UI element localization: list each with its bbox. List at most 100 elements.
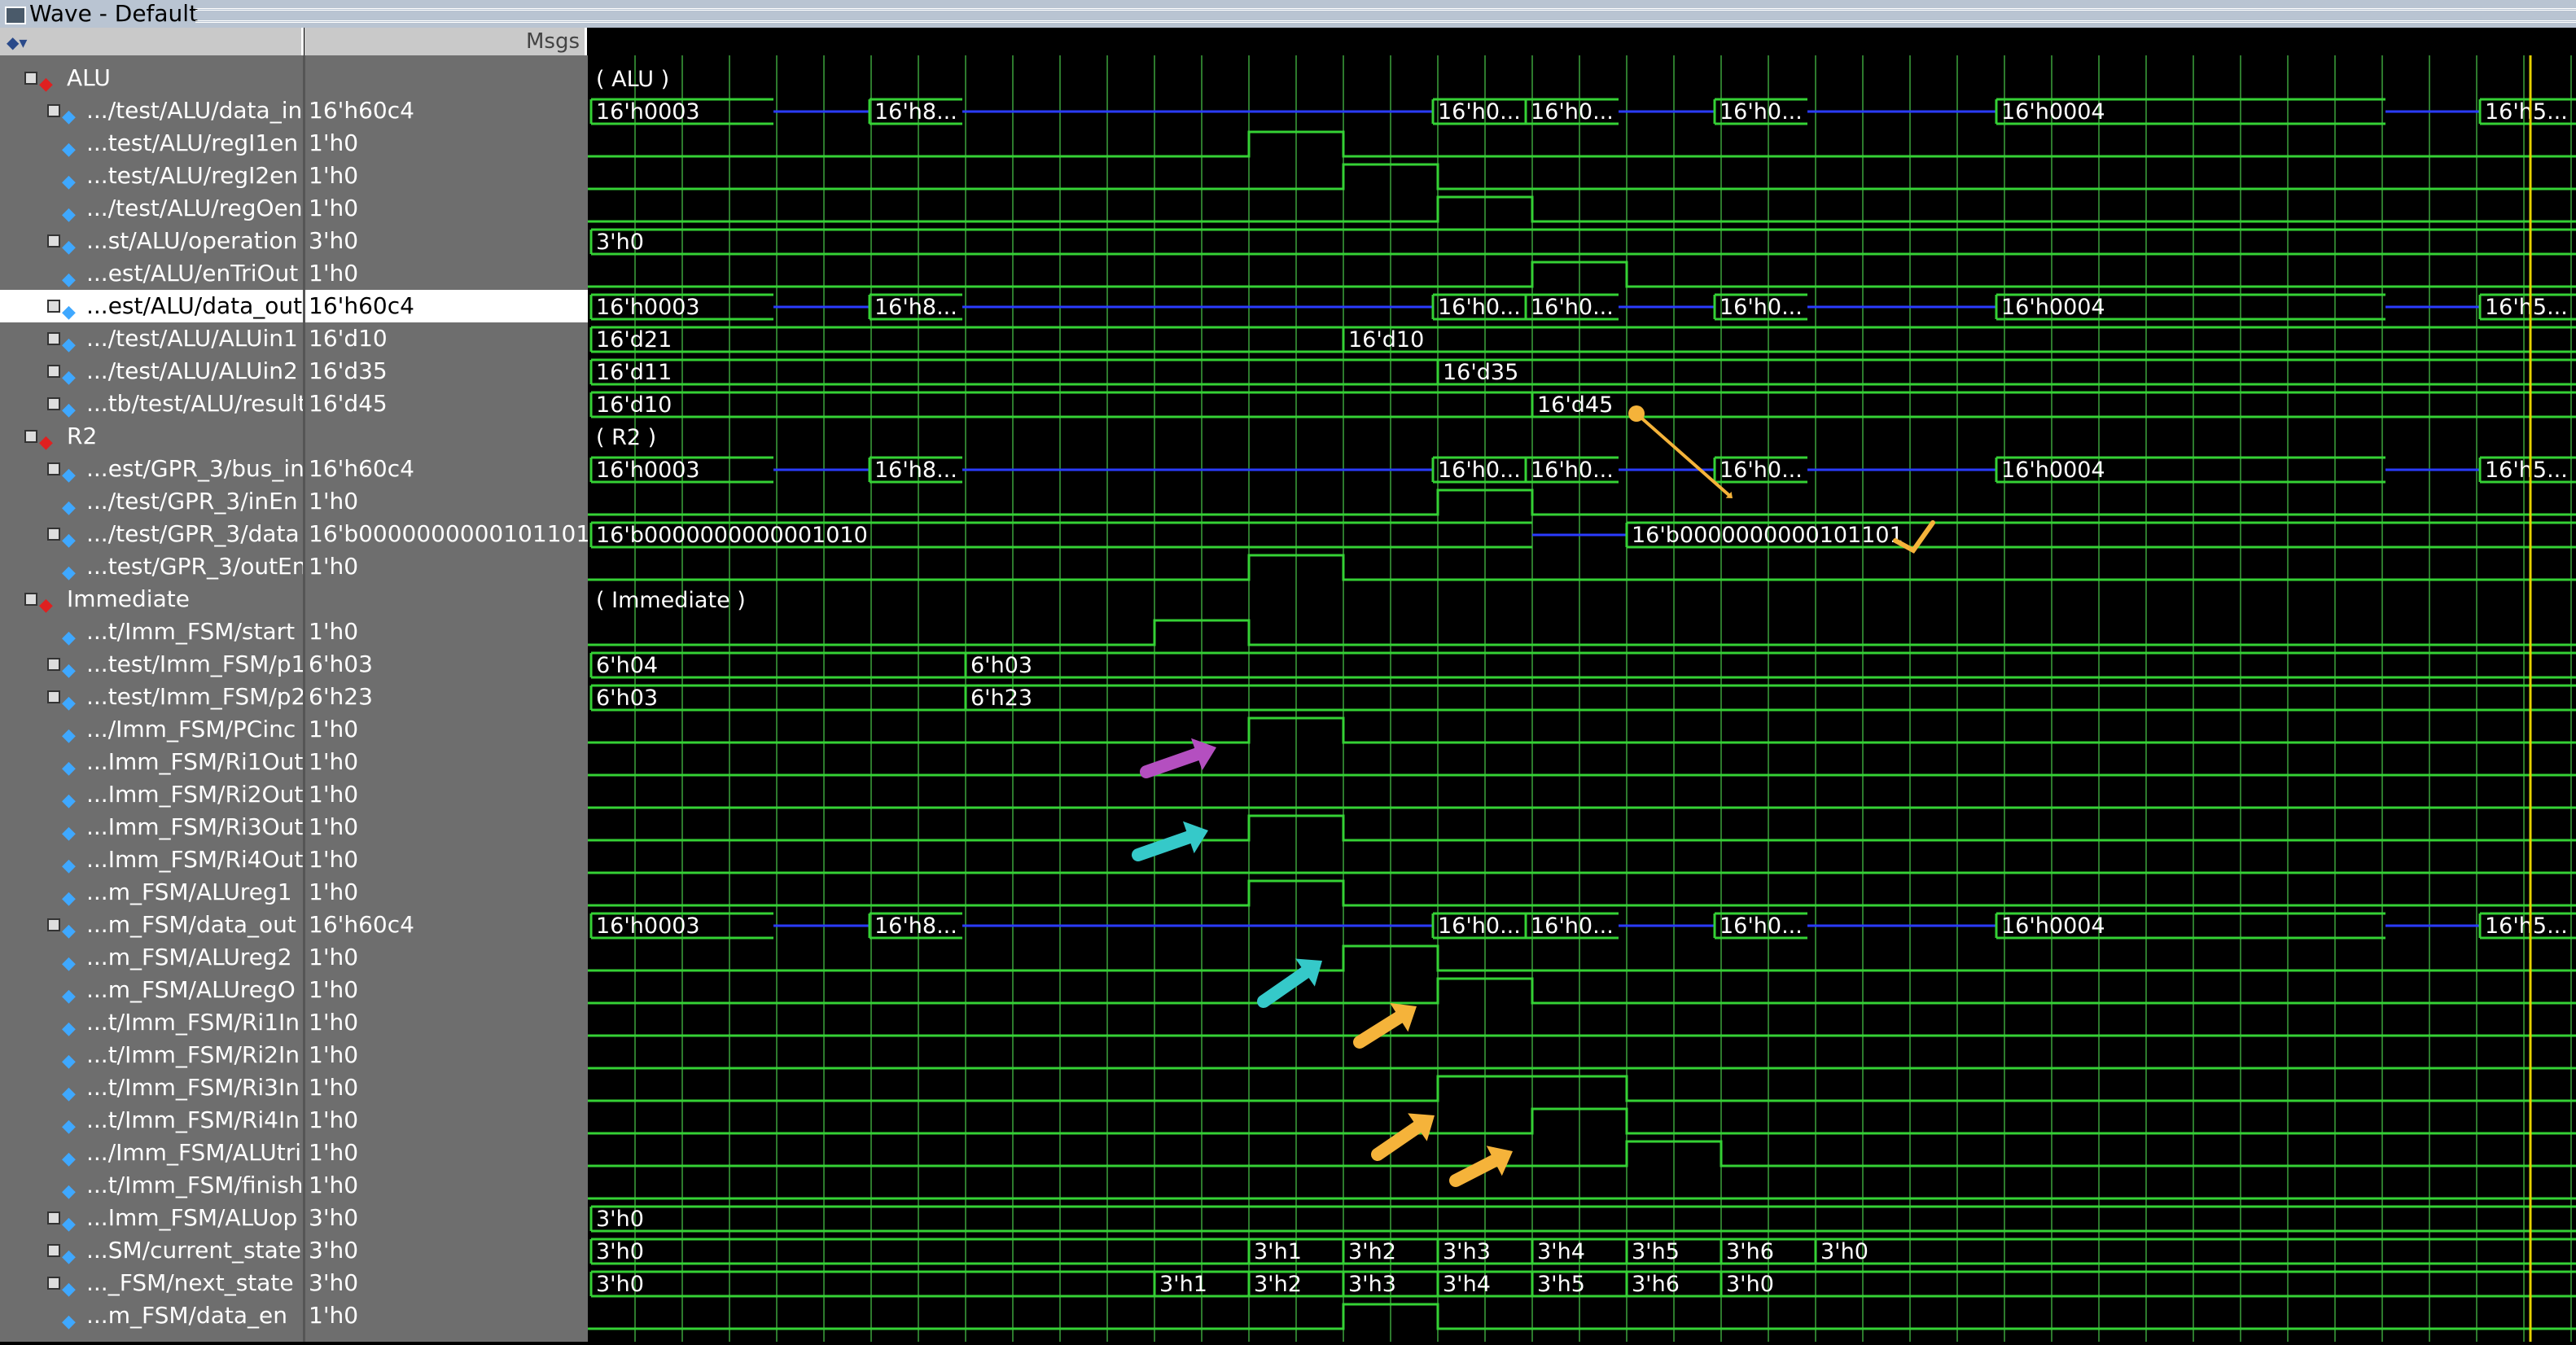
signal-name: ...Imm_FSM/Ri2Out bbox=[86, 781, 304, 808]
signal-row[interactable]: ◆ .../test/GPR_3/data bbox=[0, 518, 303, 550]
wave-background bbox=[588, 55, 2576, 1342]
signal-row[interactable]: ◆ ...test/ALU/regI2en bbox=[0, 160, 303, 192]
expand-toggle-icon[interactable] bbox=[47, 234, 60, 248]
expand-toggle-icon[interactable] bbox=[24, 72, 37, 85]
signal-name: ...m_FSM/ALUreg1 bbox=[86, 878, 292, 905]
signal-row[interactable]: ◆ ...m_FSM/ALUreg1 bbox=[0, 876, 303, 909]
signal-row[interactable]: ◆ ...Imm_FSM/ALUop bbox=[0, 1202, 303, 1234]
signal-row[interactable]: ◆ ...test/Imm_FSM/p2 bbox=[0, 681, 305, 713]
expand-toggle-icon[interactable] bbox=[47, 1211, 60, 1225]
signal-row[interactable]: ◆ ...test/Imm_FSM/p1 bbox=[0, 648, 305, 681]
signal-row[interactable]: ◆ ...t/Imm_FSM/finish bbox=[0, 1169, 303, 1202]
wave-tools-icon[interactable]: ◆▾ bbox=[7, 33, 27, 52]
group-row[interactable]: ◆ Immediate bbox=[0, 583, 303, 616]
signal-row[interactable]: ◆ ...m_FSM/data_en bbox=[0, 1299, 303, 1332]
signal-row[interactable]: ◆ .../Imm_FSM/ALUtri bbox=[0, 1137, 303, 1169]
expand-toggle-icon[interactable] bbox=[47, 528, 60, 541]
bus-value-label: 3'h3 bbox=[1348, 1272, 1396, 1297]
signal-row[interactable]: ◆ ...Imm_FSM/Ri3Out bbox=[0, 811, 303, 843]
expand-toggle-icon[interactable] bbox=[24, 593, 37, 606]
signal-name: ...t/Imm_FSM/Ri4In bbox=[86, 1106, 300, 1133]
signal-row[interactable]: ◆ ...t/Imm_FSM/Ri4In bbox=[0, 1104, 303, 1137]
signal-value: 1'h0 bbox=[309, 1041, 359, 1068]
signal-name: ...est/GPR_3/bus_in bbox=[86, 455, 304, 482]
window-titlebar[interactable]: Wave - Default bbox=[0, 0, 2576, 28]
signal-row[interactable]: ◆ ...t/Imm_FSM/Ri3In bbox=[0, 1071, 303, 1104]
signal-value: 16'b0000000000101101 bbox=[309, 520, 591, 547]
signal-row[interactable]: ◆ ...est/ALU/data_out bbox=[0, 290, 303, 322]
signal-row[interactable]: ◆ ...est/GPR_3/bus_in bbox=[0, 453, 304, 485]
bus-value-label: 16'h0... bbox=[1720, 295, 1803, 320]
expand-toggle-icon[interactable] bbox=[47, 658, 60, 671]
signal-name: ...Imm_FSM/ALUop bbox=[86, 1204, 298, 1231]
signal-row[interactable]: ◆ ...est/ALU/enTriOut bbox=[0, 257, 303, 290]
signal-row[interactable]: ◆ ...t/Imm_FSM/start bbox=[0, 616, 303, 648]
name-column-header[interactable]: ◆▾ bbox=[0, 28, 304, 55]
expand-toggle-icon[interactable] bbox=[47, 365, 60, 378]
signal-row[interactable]: ◆ ...Imm_FSM/Ri2Out bbox=[0, 778, 303, 811]
expand-toggle-icon[interactable] bbox=[24, 430, 37, 443]
signal-name: ...test/ALU/regI2en bbox=[86, 162, 299, 189]
bus-value-label: 3'h2 bbox=[1348, 1239, 1396, 1264]
signal-name-pane[interactable]: ◆ ALU ◆ .../test/ALU/data_in ◆ ...test/ALU/re… bbox=[0, 55, 307, 1342]
bus-value-label: 3'h4 bbox=[1537, 1239, 1585, 1264]
signal-row[interactable]: ◆ ...test/ALU/regI1en bbox=[0, 127, 303, 160]
signal-row[interactable]: ◆ ...Imm_FSM/Ri4Out bbox=[0, 843, 303, 876]
expand-toggle-icon[interactable] bbox=[47, 332, 60, 345]
bus-value-label: 16'h0004 bbox=[2001, 913, 2105, 939]
bus-value-label: 3'h0 bbox=[1726, 1272, 1774, 1297]
signal-row[interactable]: ◆ ...t/Imm_FSM/Ri2In bbox=[0, 1039, 303, 1071]
signal-row[interactable]: ◆ .../test/GPR_3/inEn bbox=[0, 485, 303, 518]
bus-value-label: 16'h0... bbox=[1438, 295, 1521, 320]
signal-row[interactable]: ◆ ...m_FSM/ALUreg2 bbox=[0, 941, 303, 974]
titlebar-grip[interactable] bbox=[195, 8, 2576, 23]
signal-row[interactable]: ◆ ...m_FSM/data_out bbox=[0, 909, 303, 941]
msgs-label: Msgs bbox=[525, 29, 580, 54]
signal-value: 1'h0 bbox=[309, 878, 359, 905]
signal-row[interactable]: ◆ ..._FSM/next_state bbox=[0, 1267, 303, 1299]
signal-row[interactable]: ◆ .../test/ALU/data_in bbox=[0, 94, 303, 127]
signal-row[interactable]: ◆ ...Imm_FSM/Ri1Out bbox=[0, 746, 303, 778]
signal-row[interactable]: ◆ .../test/ALU/regOen bbox=[0, 192, 303, 225]
signal-value: 1'h0 bbox=[309, 1074, 359, 1101]
signal-row[interactable]: ◆ ...st/ALU/operation bbox=[0, 225, 303, 257]
signal-row[interactable]: ◆ .../test/ALU/ALUin2 bbox=[0, 355, 303, 388]
signal-row[interactable]: ◆ ...t/Imm_FSM/Ri1In bbox=[0, 1006, 303, 1039]
expand-toggle-icon[interactable] bbox=[47, 104, 60, 117]
expand-toggle-icon[interactable] bbox=[47, 918, 60, 931]
signal-row[interactable]: ◆ .../Imm_FSM/PCinc bbox=[0, 713, 303, 746]
expand-toggle-icon[interactable] bbox=[47, 397, 60, 410]
expand-toggle-icon[interactable] bbox=[47, 1244, 60, 1257]
expand-toggle-icon[interactable] bbox=[47, 1277, 60, 1290]
signal-value: 6'h03 bbox=[309, 651, 373, 677]
bus-value-label: 16'd35 bbox=[1443, 360, 1518, 385]
waveform-canvas[interactable]: ( ALU ) ( R2 ) ( Immediate ) 16'h0003 16'h8.… bbox=[588, 55, 2576, 1342]
signal-row[interactable]: ◆ ...test/GPR_3/outEn bbox=[0, 550, 306, 583]
group-row[interactable]: ◆ ALU bbox=[0, 62, 303, 94]
expand-toggle-icon[interactable] bbox=[47, 690, 60, 703]
waveform-area[interactable]: ( ALU ) ( R2 ) ( Immediate ) 16'h0003 16'h8.… bbox=[588, 55, 2576, 1342]
signal-value: 1'h0 bbox=[309, 1139, 359, 1166]
bus-value-label: 16'd21 bbox=[596, 327, 672, 353]
signal-name: ...m_FSM/data_en bbox=[86, 1302, 287, 1329]
signal-value: 1'h0 bbox=[309, 846, 359, 873]
signal-row[interactable]: ◆ ...tb/test/ALU/result bbox=[0, 388, 307, 420]
bus-value-label: 16'h0... bbox=[1438, 99, 1521, 125]
bus-value-label: 16'h5... bbox=[2485, 458, 2568, 483]
signal-name: ...SM/current_state bbox=[86, 1237, 302, 1264]
expand-toggle-icon[interactable] bbox=[47, 462, 60, 475]
expand-toggle-icon[interactable] bbox=[47, 300, 60, 313]
bus-value-label: 16'h0... bbox=[1531, 99, 1614, 125]
signal-value: 1'h0 bbox=[309, 553, 359, 580]
signal-name: .../Imm_FSM/PCinc bbox=[86, 716, 296, 743]
signal-name: ..._FSM/next_state bbox=[86, 1269, 294, 1296]
signal-row[interactable]: ◆ .../test/ALU/ALUin1 bbox=[0, 322, 303, 355]
signal-value-pane[interactable]: 16'h60c4 1'h0 1'h0 1'h0 3'h0 1'h0 16'h60c4 16'd… bbox=[303, 55, 594, 1342]
signal-row[interactable]: ◆ ...m_FSM/ALUregO bbox=[0, 974, 303, 1006]
signal-name: ...t/Imm_FSM/Ri2In bbox=[86, 1041, 300, 1068]
msgs-column-header[interactable]: Msgs bbox=[304, 28, 587, 55]
signal-name: .../test/ALU/regOen bbox=[86, 195, 303, 221]
signal-row[interactable]: ◆ ...SM/current_state bbox=[0, 1234, 303, 1267]
group-row[interactable]: ◆ R2 bbox=[0, 420, 303, 453]
bus-value-label: 16'h8... bbox=[874, 458, 957, 483]
